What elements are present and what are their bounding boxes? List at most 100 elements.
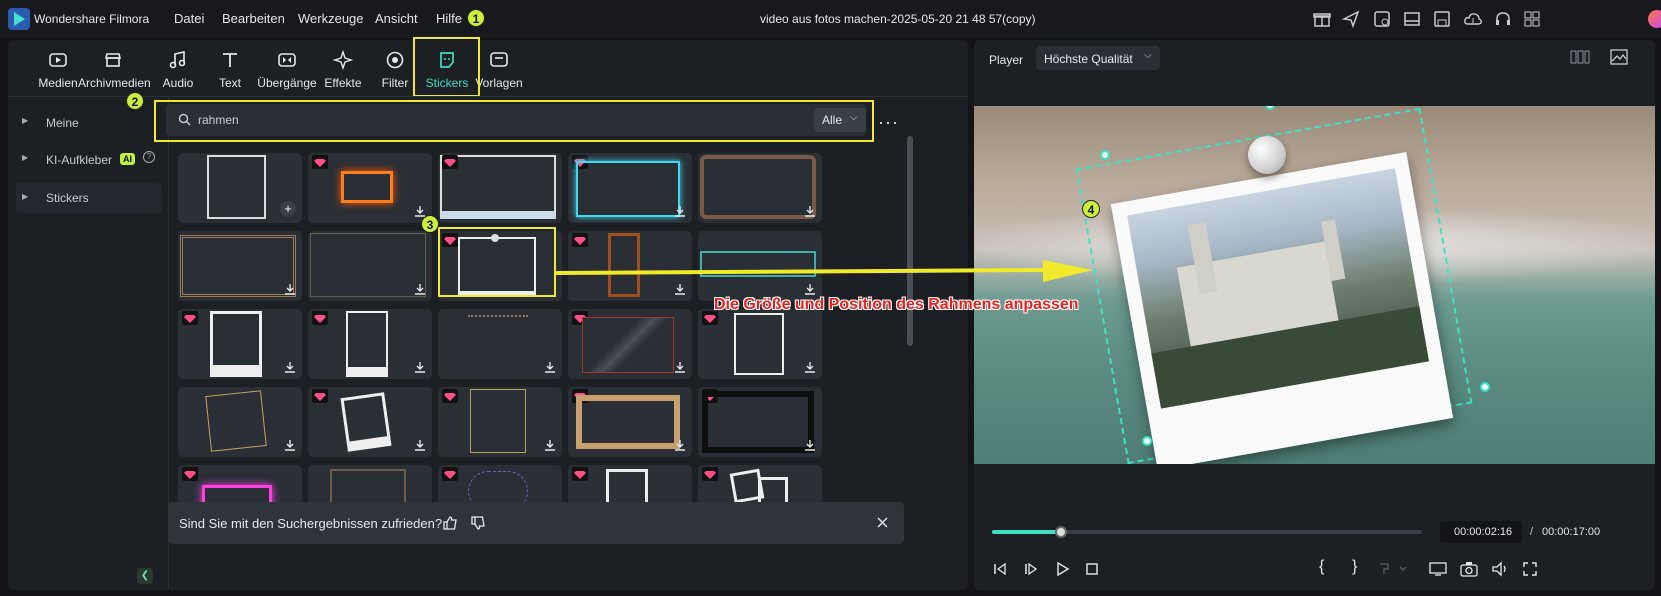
download-icon[interactable]	[674, 439, 686, 451]
send-icon[interactable]	[1341, 9, 1361, 29]
sticker-card[interactable]	[568, 153, 692, 223]
download-icon[interactable]	[414, 439, 426, 451]
sticker-card[interactable]	[308, 153, 432, 223]
frame-thumbnail	[180, 235, 296, 297]
sticker-card[interactable]	[308, 231, 432, 301]
quality-dropdown[interactable]: Höchste Qualität ⌵	[1036, 46, 1160, 70]
menu-werkzeuge[interactable]: Werkzeuge	[298, 11, 364, 26]
add-icon[interactable]: +	[280, 201, 296, 217]
next-frame-icon[interactable]	[1023, 561, 1039, 577]
help-icon[interactable]: ?	[143, 151, 155, 163]
tab-label: Audio	[162, 76, 194, 90]
more-options-icon[interactable]: ···	[878, 112, 899, 133]
scrollbar[interactable]	[907, 136, 913, 346]
sticker-card[interactable]	[178, 231, 302, 301]
sticker-card[interactable]	[698, 153, 822, 223]
download-icon[interactable]	[674, 205, 686, 217]
filter-dropdown[interactable]: Alle ⌵	[814, 108, 866, 132]
sticker-card[interactable]	[568, 387, 692, 457]
download-icon[interactable]	[804, 205, 816, 217]
chevron-right-icon: ▶	[22, 116, 29, 125]
download-icon[interactable]	[414, 205, 426, 217]
download-icon[interactable]	[674, 361, 686, 373]
sticker-card[interactable]: +	[178, 153, 302, 223]
download-icon[interactable]	[804, 439, 816, 451]
rotate-handle[interactable]	[1265, 106, 1275, 110]
sticker-card[interactable]	[568, 465, 692, 505]
camera-snapshot-icon[interactable]	[1460, 561, 1478, 577]
frame-thumbnail	[207, 155, 266, 219]
tab-archivmedien[interactable]: Archivmedien	[78, 50, 151, 90]
sticker-card[interactable]	[308, 387, 432, 457]
download-icon[interactable]	[414, 283, 426, 295]
download-icon[interactable]	[284, 283, 296, 295]
sticker-card[interactable]	[438, 465, 562, 505]
display-settings-icon[interactable]	[1429, 561, 1447, 577]
sticker-card[interactable]	[438, 153, 562, 223]
mark-out-icon[interactable]: }	[1352, 558, 1357, 576]
timeline-track[interactable]	[992, 526, 1422, 538]
stop-icon[interactable]	[1084, 561, 1100, 577]
insert-options-icon[interactable]	[1378, 561, 1408, 577]
avatar[interactable]	[1648, 10, 1661, 28]
download-icon[interactable]	[284, 361, 296, 373]
thumbs-up-icon[interactable]	[442, 515, 458, 531]
sidebar-item-meine[interactable]: ▶ Meine	[16, 108, 162, 138]
sticker-card[interactable]	[178, 387, 302, 457]
menu-bearbeiten[interactable]: Bearbeiten	[222, 11, 285, 26]
close-icon[interactable]	[877, 517, 888, 528]
search-input[interactable]: rahmen Alle ⌵	[166, 104, 866, 136]
sidebar-item-stickers[interactable]: ▶ Stickers	[16, 183, 162, 213]
cloud-upload-icon[interactable]	[1463, 9, 1483, 29]
fullscreen-icon[interactable]	[1522, 561, 1538, 577]
premium-gem-icon	[572, 467, 588, 481]
download-icon[interactable]	[544, 361, 556, 373]
sticker-card[interactable]	[178, 465, 302, 505]
frame-thumbnail	[576, 395, 680, 449]
layout-icon[interactable]	[1402, 9, 1422, 29]
sidebar-item-label: Meine	[46, 116, 79, 130]
play-icon[interactable]	[1054, 561, 1070, 577]
sticker-card[interactable]	[308, 309, 432, 379]
premium-gem-icon	[442, 155, 458, 169]
thumbs-down-icon[interactable]	[470, 515, 486, 531]
sticker-card[interactable]	[308, 465, 432, 505]
sticker-card[interactable]	[698, 309, 822, 379]
sidebar-item-ki-aufkleber[interactable]: ▶ KI-Aufkleber AI ?	[16, 145, 166, 175]
sticker-card[interactable]	[568, 309, 692, 379]
sticker-card[interactable]	[698, 465, 822, 505]
volume-icon[interactable]	[1491, 561, 1509, 577]
download-icon[interactable]	[804, 361, 816, 373]
current-time-field[interactable]: 00:00:02:16	[1440, 521, 1522, 543]
download-icon[interactable]	[284, 439, 296, 451]
download-icon[interactable]	[544, 439, 556, 451]
tab-label: Medien	[38, 76, 78, 90]
sticker-card[interactable]	[698, 387, 822, 457]
grid-view-icon[interactable]	[1570, 50, 1590, 64]
frame-thumbnail	[576, 161, 680, 217]
resize-handle-top-left[interactable]	[1100, 150, 1110, 160]
save-icon[interactable]	[1432, 9, 1452, 29]
mark-in-icon[interactable]: {	[1319, 558, 1324, 576]
collapse-sidebar-icon[interactable]: ❮	[137, 568, 153, 584]
menu-hilfe[interactable]: Hilfe	[436, 11, 462, 26]
download-icon[interactable]	[414, 361, 426, 373]
resize-handle-bottom-right[interactable]	[1480, 382, 1490, 392]
headset-icon[interactable]	[1493, 9, 1513, 29]
playhead-handle[interactable]	[1054, 526, 1067, 538]
resize-handle-bottom-left[interactable]	[1142, 436, 1152, 446]
sticker-card[interactable]	[438, 309, 562, 379]
polaroid-frame[interactable]	[1110, 152, 1454, 464]
media-check-icon[interactable]	[1372, 9, 1392, 29]
frame-thumbnail	[468, 471, 528, 505]
filmora-logo-icon	[8, 8, 30, 30]
menu-ansicht[interactable]: Ansicht	[375, 11, 418, 26]
frame-thumbnail	[205, 390, 267, 452]
menu-datei[interactable]: Datei	[174, 11, 204, 26]
gift-icon[interactable]	[1312, 9, 1332, 29]
previous-frame-icon[interactable]	[992, 561, 1008, 577]
image-snapshot-icon[interactable]	[1610, 49, 1628, 65]
grid-apps-icon[interactable]	[1522, 9, 1542, 29]
sticker-card[interactable]	[178, 309, 302, 379]
sticker-card[interactable]	[438, 387, 562, 457]
